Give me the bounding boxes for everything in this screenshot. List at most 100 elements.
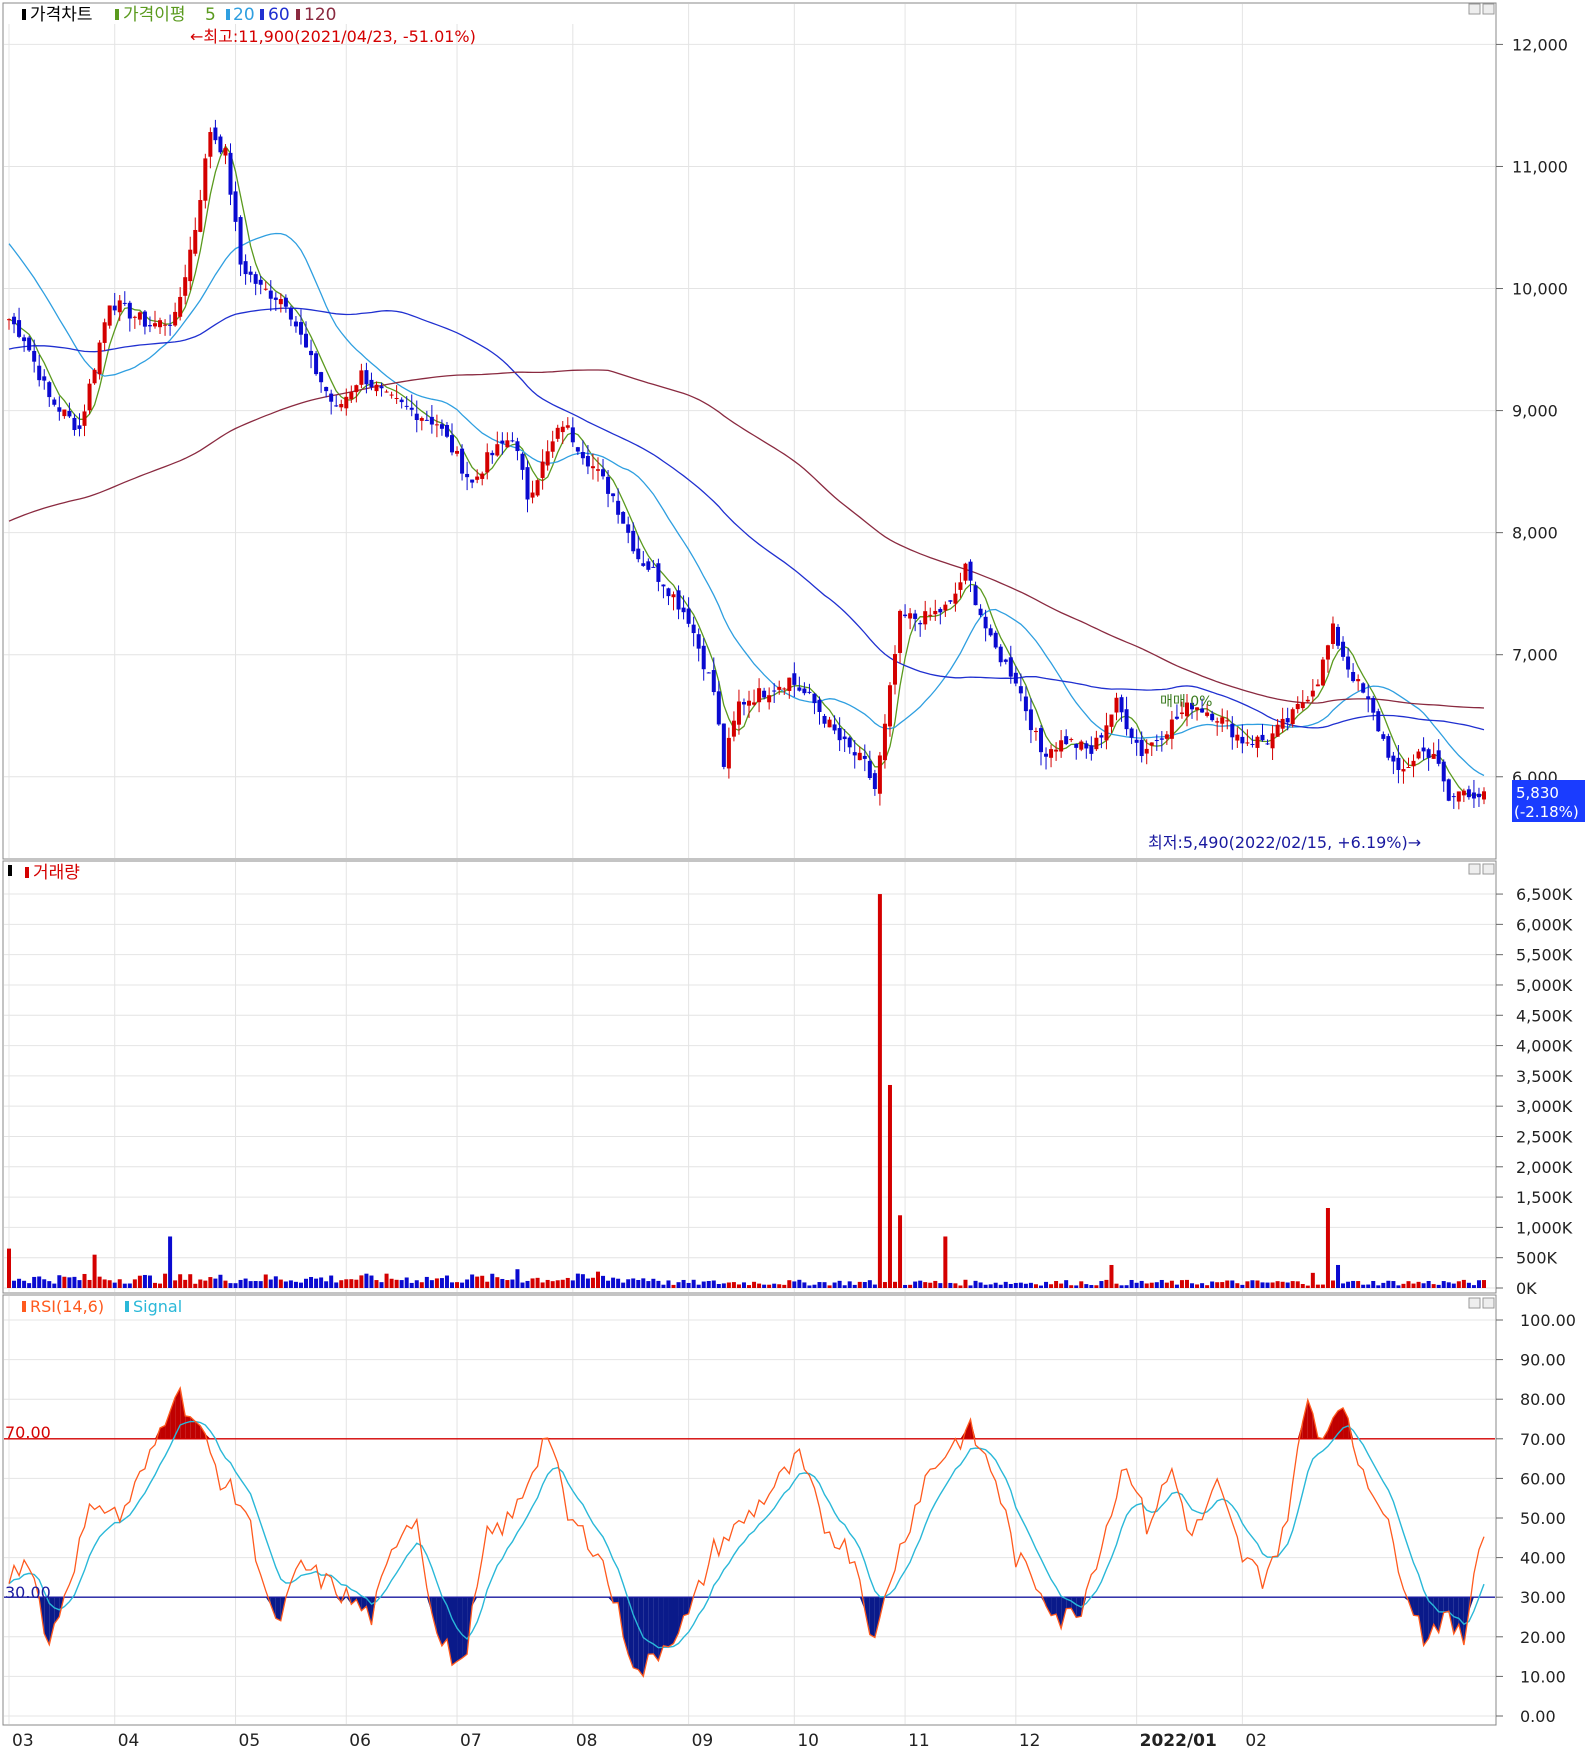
close-icon[interactable] xyxy=(1482,3,1495,15)
candle xyxy=(1280,718,1285,729)
candle xyxy=(822,715,827,724)
candle xyxy=(958,582,963,590)
candle xyxy=(721,723,726,767)
candle xyxy=(62,409,67,417)
candle xyxy=(782,688,787,690)
volume-bar xyxy=(1215,1282,1220,1288)
volume-bar xyxy=(933,1280,938,1288)
close-icon[interactable] xyxy=(1482,1297,1495,1309)
candle xyxy=(1371,697,1376,713)
candle xyxy=(797,687,802,691)
volume-bar xyxy=(928,1282,933,1288)
volume-bar xyxy=(304,1278,309,1288)
volume-bar xyxy=(963,1279,968,1288)
candle xyxy=(37,365,42,381)
candle xyxy=(837,728,842,741)
x-tick-label: 04 xyxy=(118,1731,140,1751)
candle xyxy=(414,413,419,420)
volume-bar xyxy=(973,1280,978,1288)
candle xyxy=(1366,696,1371,700)
legend-ma120-icon xyxy=(296,9,300,20)
candle xyxy=(1169,719,1174,739)
volume-bar xyxy=(152,1282,157,1288)
volume-bar xyxy=(77,1280,82,1288)
volume-bar xyxy=(248,1281,253,1288)
candle xyxy=(465,473,470,478)
candle xyxy=(1476,793,1481,798)
volume-bar xyxy=(621,1282,626,1288)
candle xyxy=(908,613,913,619)
oversold-fill xyxy=(869,1597,875,1638)
candle xyxy=(842,736,847,740)
close-icon[interactable] xyxy=(1482,863,1495,875)
volume-bar xyxy=(1230,1280,1235,1288)
candle xyxy=(173,311,178,326)
legend-signal-icon xyxy=(125,1301,129,1312)
candle xyxy=(238,217,243,265)
volume-bar xyxy=(319,1277,324,1288)
volume-bar xyxy=(857,1281,862,1288)
legend-ma5: 5 xyxy=(205,5,216,25)
minimize-icon[interactable] xyxy=(1468,863,1481,875)
candle xyxy=(1154,740,1159,742)
volume-bar xyxy=(681,1279,686,1288)
volume-bar xyxy=(258,1281,263,1288)
volume-bar xyxy=(1346,1281,1351,1288)
volume-bar xyxy=(817,1282,822,1288)
candle xyxy=(12,316,17,325)
candle xyxy=(228,152,233,195)
candle xyxy=(47,382,52,398)
volume-bar xyxy=(752,1281,757,1288)
candle xyxy=(178,296,183,317)
volume-bar xyxy=(344,1279,349,1288)
rsi-legend: RSI(14,6) xyxy=(30,1297,104,1316)
oversold-fill xyxy=(1051,1597,1057,1616)
candle xyxy=(757,688,762,703)
candle xyxy=(1451,796,1456,798)
candle xyxy=(767,695,772,703)
volume-bar xyxy=(173,1280,178,1288)
candle xyxy=(384,391,389,393)
y-tick-label: 1,500K xyxy=(1516,1188,1573,1207)
candle xyxy=(701,645,706,670)
candle xyxy=(1436,750,1441,764)
candle xyxy=(777,686,782,690)
overbought-fill xyxy=(185,1415,191,1439)
volume-bar xyxy=(525,1280,530,1288)
minimize-icon[interactable] xyxy=(1468,1297,1481,1309)
volume-bar xyxy=(1436,1284,1441,1288)
candle xyxy=(968,561,973,581)
volume-bar xyxy=(233,1283,238,1288)
candle xyxy=(918,622,923,625)
candle xyxy=(450,435,455,453)
candle xyxy=(7,319,11,321)
candle xyxy=(752,702,757,705)
minimize-icon[interactable] xyxy=(1468,3,1481,15)
y-tick-label: 11,000 xyxy=(1512,157,1568,176)
volume-bar xyxy=(515,1269,520,1288)
volume-bar xyxy=(1325,1208,1330,1288)
candle xyxy=(142,311,147,327)
legend-ma120: 120 xyxy=(304,5,336,25)
candle xyxy=(545,451,550,466)
candle xyxy=(107,305,112,326)
volume-bar xyxy=(62,1276,67,1288)
candle xyxy=(67,410,72,417)
volume-bar xyxy=(1411,1283,1416,1288)
candle xyxy=(948,600,953,602)
candle xyxy=(736,701,741,725)
volume-bar xyxy=(434,1278,439,1288)
y-tick-label: 2,500K xyxy=(1516,1127,1573,1146)
volume-bar xyxy=(993,1282,998,1288)
candle xyxy=(112,305,117,311)
volume-bar xyxy=(1129,1279,1134,1288)
volume-bar xyxy=(1320,1284,1325,1288)
y-tick-label: 500K xyxy=(1516,1249,1558,1268)
y-tick-label: 9,000 xyxy=(1512,402,1558,421)
volume-bar xyxy=(656,1280,661,1288)
y-tick-label: 12,000 xyxy=(1512,35,1568,54)
candle xyxy=(1149,742,1154,746)
x-tick-label: 03 xyxy=(12,1731,34,1751)
volume-bar xyxy=(887,1084,892,1288)
volume-bar xyxy=(711,1280,716,1288)
